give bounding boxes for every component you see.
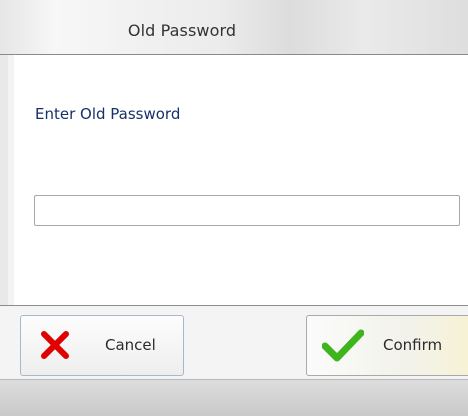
confirm-label: Confirm	[383, 336, 443, 354]
checkmark-icon	[322, 329, 364, 362]
dialog-titlebar: Old Password	[0, 0, 468, 55]
cancel-x-icon	[41, 331, 69, 359]
dialog-content: Enter Old Password	[14, 55, 468, 305]
dialog-title: Old Password	[127, 21, 237, 40]
cancel-label: Cancel	[105, 336, 156, 354]
old-password-dialog: Old Password Enter Old Password Cancel C…	[0, 0, 468, 416]
password-prompt: Enter Old Password	[35, 105, 181, 123]
cancel-button[interactable]: Cancel	[20, 315, 184, 376]
confirm-button[interactable]: Confirm	[306, 315, 468, 376]
button-area: Cancel Confirm	[0, 305, 468, 380]
old-password-input[interactable]	[34, 195, 460, 226]
dialog-footer-bar	[0, 379, 468, 416]
